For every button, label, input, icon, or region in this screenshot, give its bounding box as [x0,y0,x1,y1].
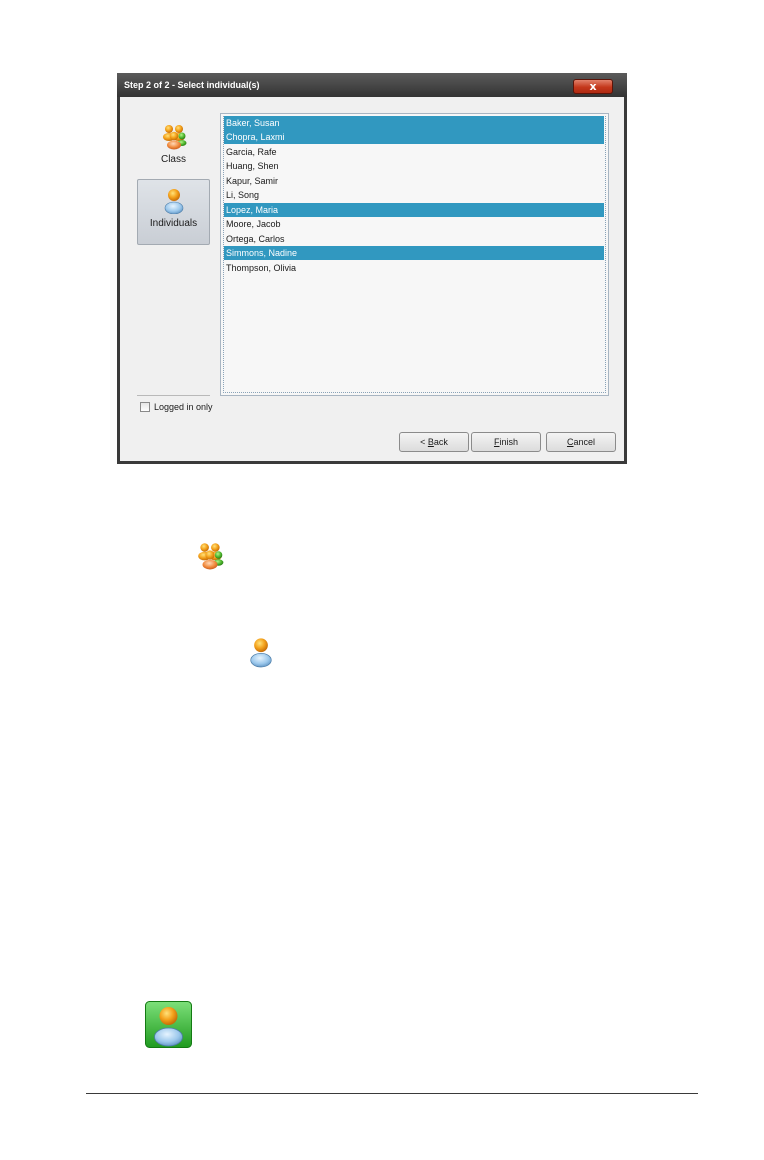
logged-in-only-checkbox[interactable] [140,402,150,412]
individual-user-icon [250,638,272,668]
list-item[interactable]: Lopez, Maria [224,202,604,217]
class-group-icon [198,543,224,570]
finish-button[interactable]: Finish [471,432,541,452]
list-item[interactable]: Thompson, Olivia [224,261,604,275]
sidebar-divider [137,395,210,396]
individual-user-icon [164,189,183,214]
dialog-client-area: Class Individuals Baker, Susan Chopra, L… [120,97,624,461]
sidebar-item-label: Individuals [149,218,198,229]
list-item[interactable]: Moore, Jacob [224,217,604,231]
back-button-rest: ack [433,437,448,447]
select-individuals-dialog: Step 2 of 2 - Select individual(s) x Cla… [117,73,627,464]
cancel-button[interactable]: Cancel [546,432,616,452]
list-item[interactable]: Kapur, Samir [224,174,604,188]
logged-in-only-label: Logged in only [154,402,213,412]
close-icon: x [589,80,597,93]
list-item[interactable]: Garcia, Rafe [224,145,604,159]
sidebar-item-class[interactable]: Class [137,115,210,181]
list-item[interactable]: Ortega, Carlos [224,232,604,246]
sidebar-item-individuals[interactable]: Individuals [137,179,210,245]
dialog-title: Step 2 of 2 - Select individual(s) [124,80,260,90]
student-listbox[interactable]: Baker, Susan Chopra, Laxmi Garcia, Rafe … [220,113,609,396]
list-item[interactable]: Chopra, Laxmi [224,130,604,145]
list-item[interactable]: Baker, Susan [224,116,604,130]
finish-button-rest: inish [499,437,518,447]
page-footer-rule [86,1093,698,1094]
cancel-button-rest: ancel [573,437,595,447]
list-item[interactable]: Simmons, Nadine [224,246,604,261]
close-button[interactable]: x [573,79,613,94]
sidebar-item-label: Class [160,154,186,165]
list-item[interactable]: Huang, Shen [224,159,604,173]
class-group-icon [162,125,186,150]
back-button-prefix: < [420,437,428,447]
individual-user-green-icon [145,1001,192,1048]
list-item[interactable]: Li, Song [224,188,604,202]
dialog-titlebar[interactable]: Step 2 of 2 - Select individual(s) x [117,73,627,97]
back-button[interactable]: < Back [399,432,469,452]
